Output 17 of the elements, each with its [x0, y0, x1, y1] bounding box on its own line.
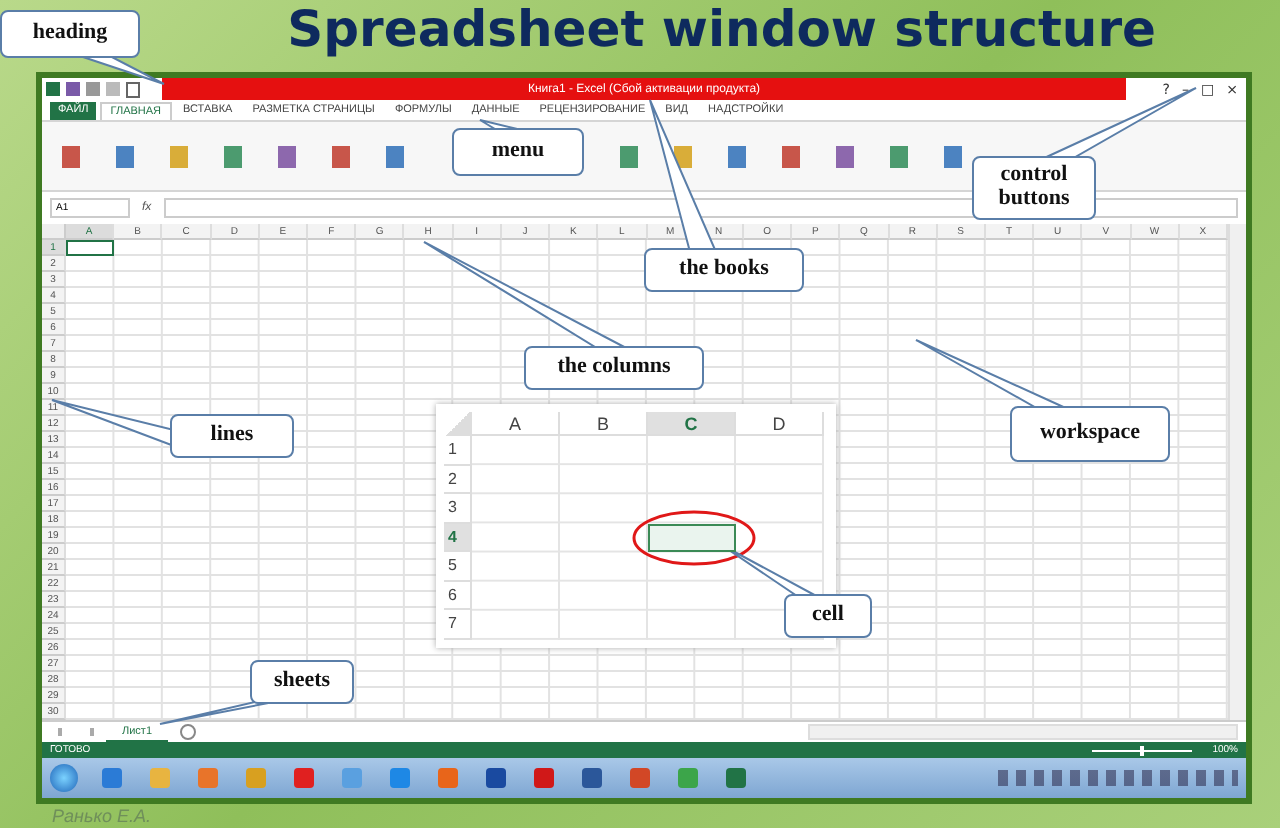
column-header[interactable]: C: [648, 412, 736, 436]
slide-title: Spreadsheet window structure: [287, 0, 1156, 62]
callout-label: workspace: [1010, 406, 1170, 462]
row-header[interactable]: 1: [444, 436, 472, 466]
callout-label: lines: [170, 414, 294, 458]
callout-label: control buttons: [972, 156, 1096, 220]
column-header[interactable]: A: [472, 412, 560, 436]
callout-label: the books: [644, 248, 804, 292]
row-header[interactable]: 5: [444, 552, 472, 582]
callout-label: sheets: [250, 660, 354, 704]
callout-label: the columns: [524, 346, 704, 390]
row-header[interactable]: 4: [444, 523, 472, 553]
column-header[interactable]: D: [736, 412, 824, 436]
callout-label: cell: [784, 594, 872, 638]
row-header[interactable]: 7: [444, 610, 472, 640]
row-header[interactable]: 6: [444, 581, 472, 611]
row-header[interactable]: 2: [444, 465, 472, 495]
